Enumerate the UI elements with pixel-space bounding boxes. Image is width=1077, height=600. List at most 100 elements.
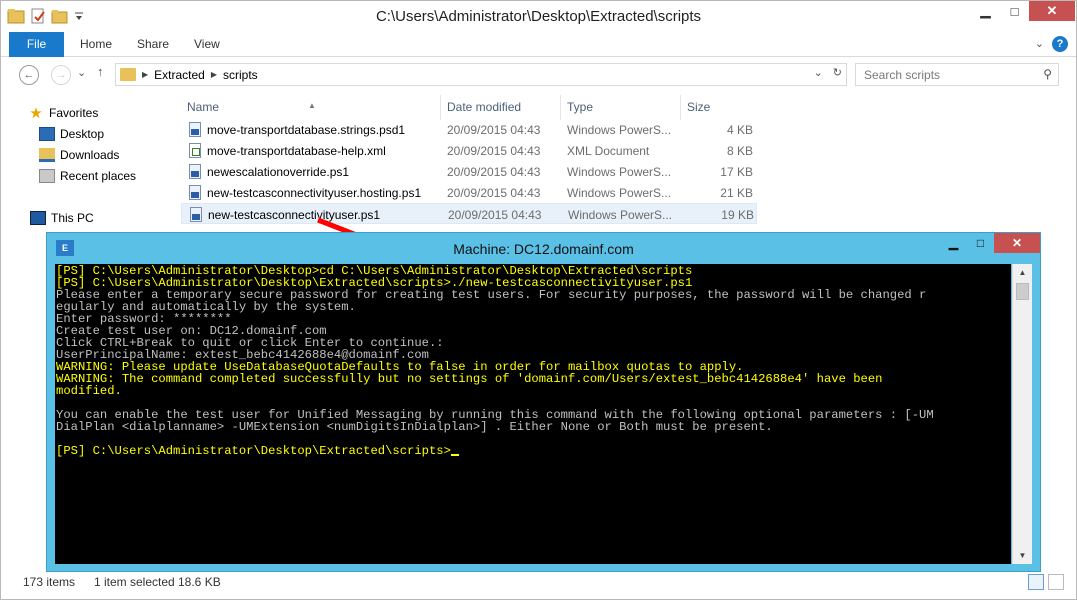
breadcrumb-extracted[interactable]: Extracted [154, 68, 205, 82]
file-date: 20/09/2015 04:43 [447, 165, 541, 179]
recent-places-icon [39, 169, 55, 183]
view-toggle [1028, 574, 1064, 590]
xml-file-icon [189, 143, 201, 158]
address-dropdown-icon[interactable]: ⌄ [814, 66, 823, 79]
expand-ribbon-icon[interactable]: ⌄ [1035, 37, 1044, 50]
file-date: 20/09/2015 04:43 [448, 208, 542, 222]
help-icon[interactable]: ? [1052, 36, 1068, 52]
recent-locations-dropdown-icon[interactable]: ⌄ [77, 66, 86, 79]
search-icon[interactable]: ⚲ [1043, 67, 1052, 81]
back-button[interactable]: ← [19, 65, 39, 85]
file-name: new-testcasconnectivityuser.hosting.ps1 [207, 186, 422, 200]
console-line-text: [PS] C:\Users\Administrator\Desktop\Extr… [56, 444, 451, 458]
powershell-file-icon [189, 122, 201, 137]
file-size: 17 KB [720, 165, 753, 179]
nav-item-label: Desktop [60, 127, 105, 141]
column-label: Name [187, 100, 220, 114]
file-date: 20/09/2015 04:43 [447, 144, 541, 158]
file-type: Windows PowerS... [567, 186, 672, 200]
status-bar: 173 items 1 item selected 18.6 KB [1, 572, 1076, 599]
close-button[interactable]: ✕ [1029, 1, 1075, 21]
file-row[interactable]: newescalationoverride.ps1 20/09/2015 04:… [181, 161, 757, 182]
file-row[interactable]: move-transportdatabase.strings.psd1 20/0… [181, 119, 757, 140]
file-name: move-transportdatabase-help.xml [207, 144, 386, 158]
breadcrumb-scripts[interactable]: scripts [223, 68, 258, 82]
up-button[interactable]: ↑ [97, 64, 104, 79]
chevron-right-icon[interactable]: ▶ [211, 70, 217, 79]
scroll-thumb[interactable] [1016, 283, 1029, 300]
console-line: [PS] C:\Users\Administrator\Desktop\Extr… [56, 445, 1011, 457]
search-placeholder: Search scripts [864, 67, 941, 82]
file-size: 4 KB [726, 123, 753, 137]
search-input[interactable]: Search scripts ⚲ [855, 63, 1059, 86]
file-name: new-testcasconnectivityuser.ps1 [208, 208, 381, 222]
file-type: XML Document [567, 144, 650, 158]
text-cursor [450, 454, 459, 456]
tab-file[interactable]: File [9, 32, 64, 57]
explorer-titlebar[interactable]: C:\Users\Administrator\Desktop\Extracted… [1, 1, 1076, 32]
console-line: modified. [56, 385, 1011, 397]
nav-item-this-pc[interactable]: This PC [30, 208, 94, 228]
file-type: Windows PowerS... [567, 165, 672, 179]
computer-icon [30, 211, 46, 225]
refresh-icon[interactable]: ↻ [833, 66, 842, 79]
console-title: Machine: DC12.domainf.com [453, 241, 634, 257]
scroll-up-icon[interactable]: ▲ [1013, 264, 1032, 281]
nav-item-label: Favorites [49, 106, 99, 120]
console-titlebar[interactable]: E Machine: DC12.domainf.com ▁ □ ✕ [47, 233, 1040, 263]
powershell-file-icon [189, 185, 201, 200]
console-minimize-button[interactable]: ▁ [940, 233, 967, 253]
desktop-icon [39, 127, 55, 141]
selection-size: 18.6 KB [178, 575, 221, 589]
star-icon: ★ [29, 105, 43, 122]
nav-item-desktop[interactable]: Desktop [39, 124, 104, 144]
tab-view[interactable]: View [179, 32, 235, 57]
nav-item-label: Recent places [60, 169, 137, 183]
window-title: C:\Users\Administrator\Desktop\Extracted… [375, 8, 702, 25]
address-bar[interactable]: ▶ Extracted ▶ scripts ⌄ ↻ [115, 63, 847, 86]
file-row-selected[interactable]: new-testcasconnectivityuser.ps1 20/09/20… [181, 203, 757, 224]
console-line: DialPlan <dialplanname> -UMExtension <nu… [56, 421, 1011, 433]
file-type: Windows PowerS... [567, 123, 672, 137]
nav-item-downloads[interactable]: Downloads [39, 145, 119, 165]
console-line-text: WARNING: The command completed successfu… [56, 372, 883, 386]
scroll-down-icon[interactable]: ▼ [1013, 547, 1032, 564]
file-name: newescalationoverride.ps1 [207, 165, 350, 179]
file-name: move-transportdatabase.strings.psd1 [207, 123, 406, 137]
file-size: 8 KB [726, 144, 753, 158]
console-close-button[interactable]: ✕ [994, 233, 1040, 253]
nav-item-recent-places[interactable]: Recent places [39, 166, 136, 186]
file-size: 19 KB [721, 208, 754, 222]
column-header-name[interactable]: ▲ Name [181, 95, 441, 120]
file-row[interactable]: move-transportdatabase-help.xml 20/09/20… [181, 140, 757, 161]
console-line-text: DialPlan <dialplanname> -UMExtension <nu… [56, 420, 773, 434]
file-date: 20/09/2015 04:43 [447, 186, 541, 200]
nav-item-label: Downloads [60, 148, 120, 162]
large-icons-view-icon[interactable] [1048, 574, 1064, 590]
column-header-date-modified[interactable]: Date modified [441, 95, 561, 120]
column-header-type[interactable]: Type [561, 95, 681, 120]
forward-button[interactable]: → [51, 65, 71, 85]
powershell-file-icon [189, 164, 201, 179]
details-view-icon[interactable] [1028, 574, 1044, 590]
nav-item-favorites[interactable]: ★ Favorites [28, 103, 98, 123]
file-row[interactable]: new-testcasconnectivityuser.hosting.ps1 … [181, 182, 757, 203]
chevron-right-icon[interactable]: ▶ [142, 70, 148, 79]
console-output[interactable]: [PS] C:\Users\Administrator\Desktop>cd C… [55, 264, 1011, 564]
tab-home[interactable]: Home [65, 32, 127, 57]
downloads-icon [39, 148, 55, 162]
ribbon: File Home Share View ⌄ ? [1, 32, 1076, 57]
column-header-size[interactable]: Size [681, 95, 761, 120]
exchange-management-shell-window: E Machine: DC12.domainf.com ▁ □ ✕ [PS] C… [46, 232, 1041, 572]
console-line-text: modified. [56, 384, 122, 398]
maximize-button[interactable]: □ [1000, 1, 1029, 21]
powershell-file-icon [190, 207, 202, 222]
minimize-button[interactable]: ▁ [971, 1, 1000, 21]
tab-share[interactable]: Share [122, 32, 184, 57]
console-maximize-button[interactable]: □ [967, 233, 994, 253]
item-count: 173 items [23, 575, 76, 589]
window-controls: ▁ □ ✕ [971, 1, 1075, 21]
folder-icon [120, 68, 136, 81]
console-scrollbar[interactable]: ▲ ▼ [1012, 264, 1032, 564]
console-window-controls: ▁ □ ✕ [940, 233, 1040, 253]
